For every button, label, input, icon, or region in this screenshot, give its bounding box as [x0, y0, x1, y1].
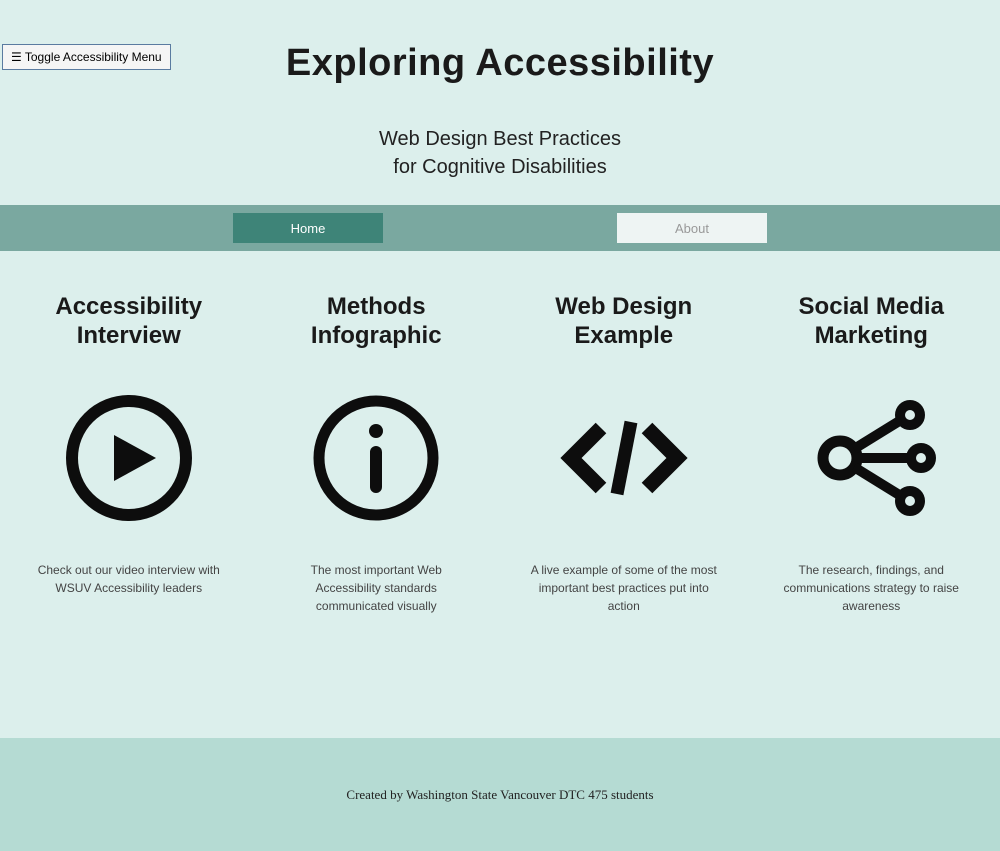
card-title: Web Design Example [509, 289, 739, 355]
footer-text: Created by Washington State Vancouver DT… [346, 787, 653, 803]
nav-home-button[interactable]: Home [233, 213, 383, 243]
toggle-accessibility-button[interactable]: ☰ Toggle Accessibility Menu [2, 44, 171, 70]
share-icon [756, 373, 986, 543]
page-footer: Created by Washington State Vancouver DT… [0, 738, 1000, 851]
subtitle-line-1: Web Design Best Practices [379, 128, 621, 150]
subtitle-line-2: for Cognitive Disabilities [393, 156, 606, 178]
card-desc: The research, findings, and communicatio… [756, 561, 986, 615]
page-subtitle: Web Design Best Practices for Cognitive … [0, 125, 1000, 181]
card-interview[interactable]: Accessibility Interview Check out our vi… [14, 289, 244, 615]
card-webdesign[interactable]: Web Design Example A live example of som… [509, 289, 739, 615]
card-title: Social Media Marketing [756, 289, 986, 355]
play-icon [14, 373, 244, 543]
card-desc: Check out our video interview with WSUV … [14, 561, 244, 597]
cards-container: Accessibility Interview Check out our vi… [0, 251, 1000, 615]
main-nav: Home About [0, 205, 1000, 251]
card-infographic[interactable]: Methods Infographic The most important W… [261, 289, 491, 615]
nav-about-button[interactable]: About [617, 213, 767, 243]
code-icon [509, 373, 739, 543]
card-desc: A live example of some of the most impor… [509, 561, 739, 615]
info-icon [261, 373, 491, 543]
card-desc: The most important Web Accessibility sta… [261, 561, 491, 615]
card-title: Methods Infographic [261, 289, 491, 355]
card-socialmedia[interactable]: Social Media Marketing The research, fin… [756, 289, 986, 615]
card-title: Accessibility Interview [14, 289, 244, 355]
